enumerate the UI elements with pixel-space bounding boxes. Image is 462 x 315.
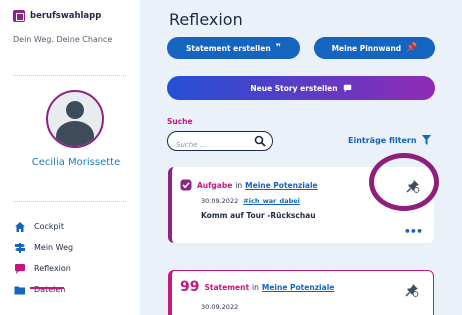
entry-category-link[interactable]: Meine Potenziale xyxy=(245,181,317,190)
divider xyxy=(13,201,126,202)
sidebar-item-mein-weg[interactable]: Mein Weg xyxy=(14,237,73,258)
entry-title: Komm auf Tour -Rückschau xyxy=(201,211,316,220)
divider xyxy=(13,75,126,76)
entry-card[interactable]: 99 Statement in Meine Potenziale 30.09.2… xyxy=(168,270,434,315)
more-options-icon[interactable]: ••• xyxy=(404,225,423,238)
filter-button[interactable]: Einträge filtern xyxy=(348,135,431,145)
sidebar-item-dateien[interactable]: Dateien xyxy=(14,279,73,300)
user-name: Cecilia Morissette xyxy=(31,157,121,168)
avatar[interactable] xyxy=(46,90,104,148)
create-statement-button[interactable]: Statement erstellen ❞ xyxy=(167,37,300,59)
main-content: Reflexion Statement erstellen ❞ Meine Pi… xyxy=(140,0,462,315)
entry-meta: 30.09.2022 xyxy=(201,303,238,311)
chat-icon xyxy=(15,263,25,274)
pin-icon[interactable] xyxy=(405,283,419,297)
search-field[interactable] xyxy=(167,131,273,154)
entry-in: in xyxy=(252,282,259,292)
search-input[interactable] xyxy=(176,136,256,154)
entry-header: 99 Statement in Meine Potenziale xyxy=(180,279,334,295)
statement-quote-icon: 99 xyxy=(180,279,200,295)
pin-icon: 📌 xyxy=(406,43,418,53)
sidebar-item-label: Mein Weg xyxy=(34,243,74,252)
signpost-icon xyxy=(15,242,25,253)
task-check-icon xyxy=(180,179,192,191)
sidebar-item-reflexion[interactable]: Reflexion xyxy=(14,258,73,279)
sidebar-item-label: Reflexion xyxy=(34,264,71,273)
create-story-button[interactable]: Neue Story erstellen xyxy=(167,76,435,100)
button-label: Neue Story erstellen xyxy=(250,83,338,93)
entry-date: 30.09.2022 xyxy=(201,197,239,205)
entry-meta: 30.09.2022 #ich_war_dabei xyxy=(201,197,300,205)
entry-tag[interactable]: #ich_war_dabei xyxy=(243,197,300,205)
active-indicator xyxy=(30,287,64,289)
page-title: Reflexion xyxy=(169,10,243,29)
filter-icon xyxy=(421,135,431,145)
logo-text: berufswahlapp xyxy=(30,11,102,21)
logo-icon xyxy=(13,10,25,22)
entry-date: 30.09.2022 xyxy=(201,303,239,311)
sidebar-item-label: Cockpit xyxy=(34,222,64,231)
entry-header: Aufgabe in Meine Potenziale xyxy=(180,179,318,191)
filter-label: Einträge filtern xyxy=(348,135,417,145)
home-icon xyxy=(15,221,25,232)
pinnwand-button[interactable]: Meine Pinnwand 📌 xyxy=(314,37,435,59)
sidebar-item-cockpit[interactable]: Cockpit xyxy=(14,216,73,237)
folder-icon xyxy=(14,286,25,294)
button-label: Statement erstellen xyxy=(186,43,271,53)
entry-type: Aufgabe xyxy=(197,180,233,190)
sidebar: berufswahlapp Dein Weg. Deine Chance Cec… xyxy=(0,0,140,315)
tagline: Dein Weg. Deine Chance xyxy=(13,35,113,44)
entry-category-link[interactable]: Meine Potenziale xyxy=(262,283,334,292)
entry-type: Statement xyxy=(204,282,250,292)
search-icon[interactable] xyxy=(254,135,266,147)
button-label: Meine Pinnwand xyxy=(331,43,402,53)
highlight-annotation xyxy=(369,153,439,211)
entry-in: in xyxy=(235,180,243,190)
quote-icon: ❞ xyxy=(275,43,281,53)
search-label: Suche xyxy=(167,117,193,126)
chat-icon xyxy=(343,84,351,92)
app-logo[interactable]: berufswahlapp xyxy=(13,10,101,22)
